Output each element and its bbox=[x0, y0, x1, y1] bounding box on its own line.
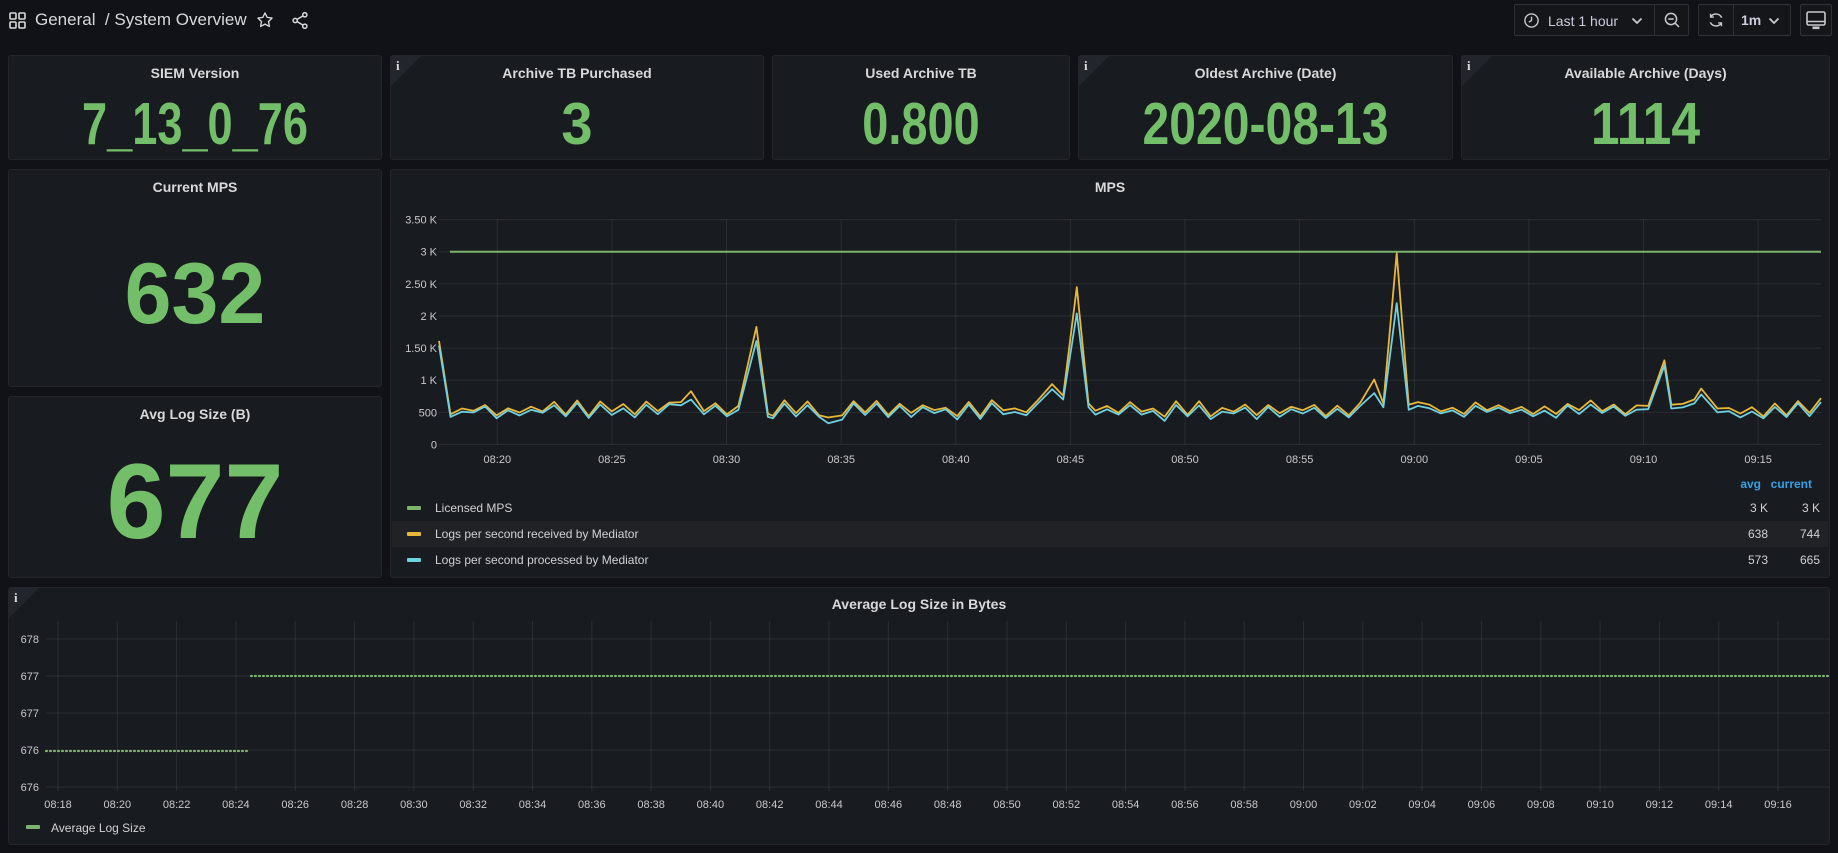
svg-text:09:00: 09:00 bbox=[1290, 799, 1318, 811]
svg-text:08:30: 08:30 bbox=[400, 799, 428, 811]
svg-text:08:25: 08:25 bbox=[598, 454, 626, 466]
svg-text:08:52: 08:52 bbox=[1053, 799, 1081, 811]
svg-text:08:30: 08:30 bbox=[713, 454, 741, 466]
svg-text:08:36: 08:36 bbox=[578, 799, 606, 811]
svg-text:09:00: 09:00 bbox=[1401, 454, 1429, 466]
svg-text:08:34: 08:34 bbox=[519, 799, 547, 811]
svg-text:500: 500 bbox=[419, 407, 437, 419]
svg-text:08:50: 08:50 bbox=[993, 799, 1021, 811]
svg-text:08:44: 08:44 bbox=[815, 799, 843, 811]
svg-text:09:10: 09:10 bbox=[1630, 454, 1658, 466]
svg-text:0: 0 bbox=[431, 440, 437, 452]
svg-text:676: 676 bbox=[21, 782, 39, 794]
svg-text:2 K: 2 K bbox=[420, 311, 437, 323]
svg-text:2.50 K: 2.50 K bbox=[405, 279, 437, 291]
svg-text:08:48: 08:48 bbox=[934, 799, 962, 811]
svg-text:09:10: 09:10 bbox=[1586, 799, 1614, 811]
svg-text:08:38: 08:38 bbox=[637, 799, 665, 811]
svg-text:08:56: 08:56 bbox=[1171, 799, 1199, 811]
svg-text:08:20: 08:20 bbox=[484, 454, 512, 466]
svg-text:08:40: 08:40 bbox=[697, 799, 725, 811]
svg-text:08:20: 08:20 bbox=[104, 799, 132, 811]
svg-text:08:22: 08:22 bbox=[163, 799, 191, 811]
svg-text:08:46: 08:46 bbox=[875, 799, 903, 811]
svg-text:08:55: 08:55 bbox=[1286, 454, 1314, 466]
svg-text:09:14: 09:14 bbox=[1705, 799, 1733, 811]
svg-text:1 K: 1 K bbox=[420, 375, 437, 387]
svg-text:08:50: 08:50 bbox=[1171, 454, 1199, 466]
svg-text:09:08: 09:08 bbox=[1527, 799, 1555, 811]
svg-text:08:54: 08:54 bbox=[1112, 799, 1140, 811]
svg-text:08:35: 08:35 bbox=[827, 454, 855, 466]
svg-text:677: 677 bbox=[21, 708, 39, 720]
svg-text:08:45: 08:45 bbox=[1057, 454, 1085, 466]
svg-text:08:42: 08:42 bbox=[756, 799, 784, 811]
svg-text:09:16: 09:16 bbox=[1764, 799, 1792, 811]
svg-text:08:24: 08:24 bbox=[222, 799, 250, 811]
svg-text:677: 677 bbox=[21, 671, 39, 683]
svg-text:09:02: 09:02 bbox=[1349, 799, 1377, 811]
svg-text:08:28: 08:28 bbox=[341, 799, 369, 811]
svg-text:09:15: 09:15 bbox=[1744, 454, 1772, 466]
svg-text:08:58: 08:58 bbox=[1230, 799, 1258, 811]
svg-text:09:05: 09:05 bbox=[1515, 454, 1543, 466]
svg-text:3.50 K: 3.50 K bbox=[405, 215, 437, 227]
svg-text:08:26: 08:26 bbox=[281, 799, 309, 811]
svg-text:08:40: 08:40 bbox=[942, 454, 970, 466]
svg-text:08:32: 08:32 bbox=[459, 799, 487, 811]
svg-text:09:06: 09:06 bbox=[1468, 799, 1496, 811]
svg-text:1.50 K: 1.50 K bbox=[405, 343, 437, 355]
svg-text:09:04: 09:04 bbox=[1408, 799, 1436, 811]
svg-text:676: 676 bbox=[21, 745, 39, 757]
svg-text:678: 678 bbox=[21, 634, 39, 646]
svg-text:3 K: 3 K bbox=[420, 247, 437, 259]
svg-text:08:18: 08:18 bbox=[44, 799, 72, 811]
svg-text:09:12: 09:12 bbox=[1646, 799, 1674, 811]
